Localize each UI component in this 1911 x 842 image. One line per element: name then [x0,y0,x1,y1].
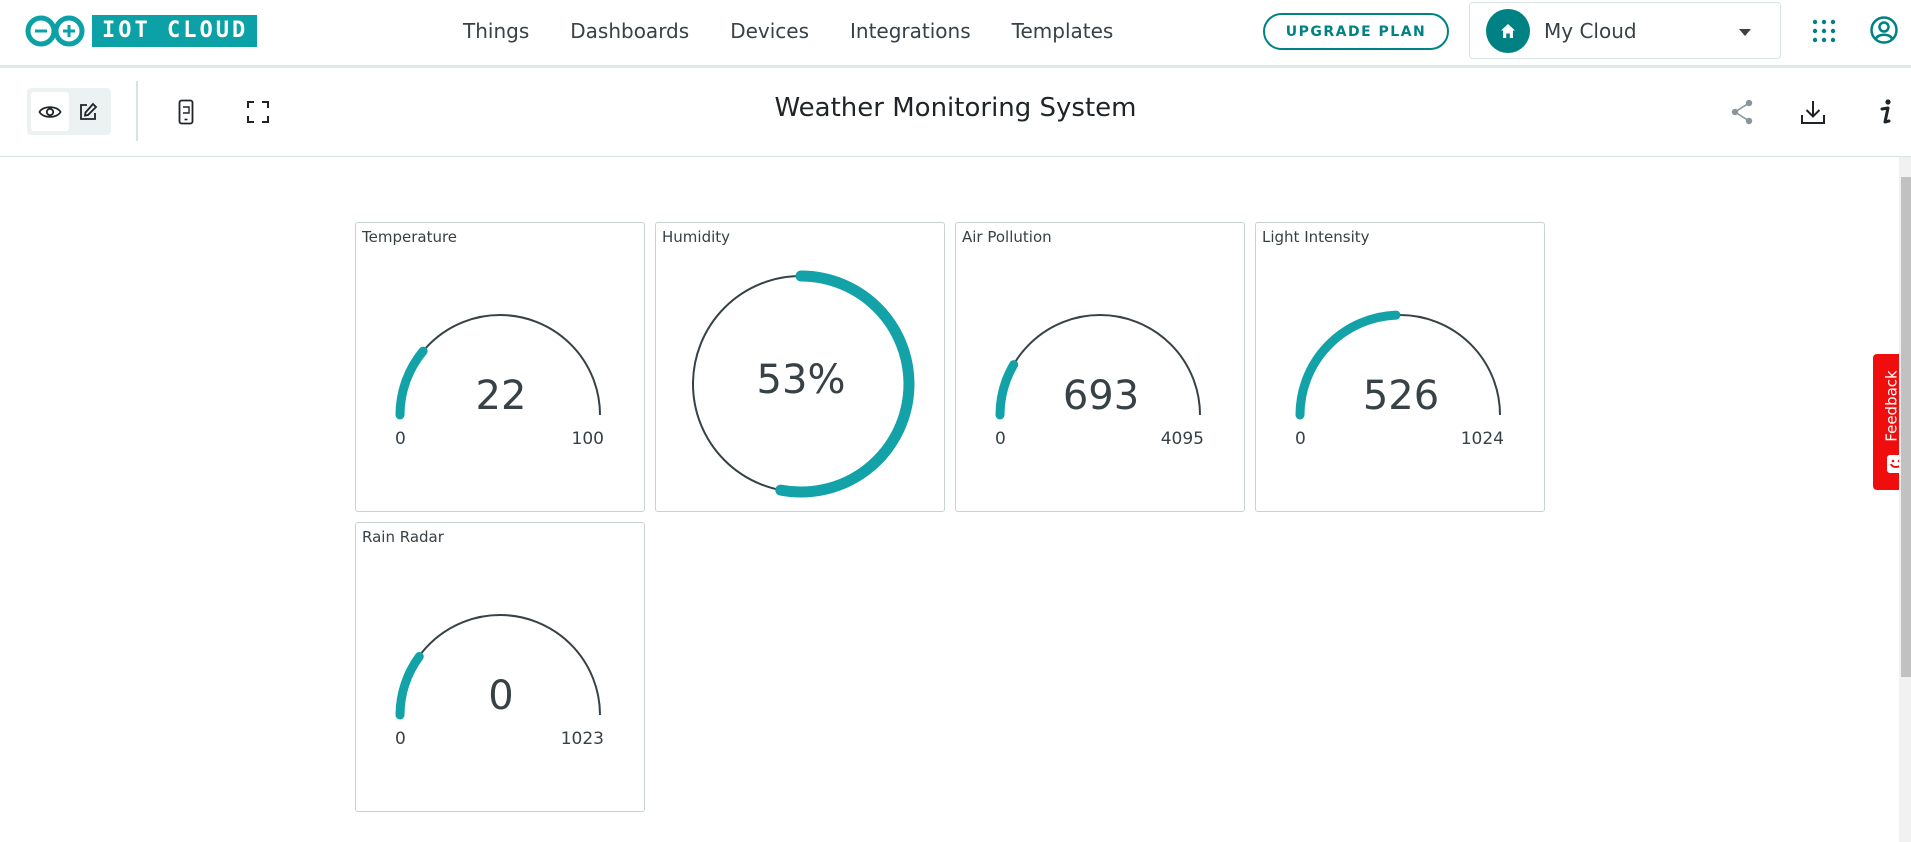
user-account-icon[interactable] [1870,16,1898,44]
download-icon [1801,101,1825,124]
share-button[interactable] [1728,98,1756,126]
gauge-max: 1024 [1460,429,1504,449]
info-icon [1880,99,1891,124]
home-icon [1486,8,1530,53]
main-nav: Things Dashboards Devices Integrations T… [463,0,1154,62]
nav-integrations[interactable]: Integrations [850,19,971,43]
upgrade-plan-button[interactable]: UPGRADE PLAN [1263,13,1449,50]
dashboard-toolbar: Weather Monitoring System [0,68,1911,157]
top-navigation: IOT CLOUD Things Dashboards Devices Inte… [0,0,1911,68]
apps-grid-icon[interactable] [1812,19,1836,43]
logo-text: IOT CLOUD [92,15,258,47]
gauge-chart [395,314,601,420]
gauge-max: 4095 [1160,429,1204,449]
percentage-value: 53% [756,357,846,403]
widget-humidity[interactable]: Humidity 53% [655,222,945,512]
gauge-min: 0 [395,729,406,749]
page-scrollbar[interactable] [1899,157,1911,842]
widget-rain-radar[interactable]: Rain Radar 0 0 1023 [355,522,645,812]
nav-dashboards[interactable]: Dashboards [570,19,689,43]
gauge-chart [1295,310,1501,420]
gauge-min: 0 [995,429,1006,449]
scrollbar-thumb[interactable] [1901,177,1911,677]
gauge-value: 22 [475,373,527,419]
gauge-value: 526 [1362,373,1440,419]
download-button[interactable] [1799,98,1827,126]
info-button[interactable] [1871,98,1899,126]
gauge-value: 0 [488,673,514,719]
nav-templates[interactable]: Templates [1012,19,1114,43]
gauge-chart [395,614,601,720]
chevron-down-icon [1739,29,1751,36]
arduino-infinity-icon [25,15,85,47]
dashboard-title: Weather Monitoring System [774,93,1137,123]
nav-devices[interactable]: Devices [730,19,809,43]
nav-things[interactable]: Things [463,19,529,43]
gauge-max: 100 [571,429,604,449]
space-selector[interactable]: My Cloud [1469,2,1781,59]
gauge-min: 0 [395,429,406,449]
gauge-value: 693 [1062,373,1140,419]
gauge-chart [995,314,1201,420]
gauge-min: 0 [1295,429,1306,449]
arduino-iot-cloud-logo[interactable]: IOT CLOUD [24,14,258,48]
share-icon [1731,99,1753,125]
space-name: My Cloud [1544,18,1637,43]
widget-light-intensity[interactable]: Light Intensity 526 0 1024 [1255,222,1545,512]
widget-air-pollution[interactable]: Air Pollution 693 0 4095 [955,222,1245,512]
gauge-max: 1023 [560,729,604,749]
widget-temperature[interactable]: Temperature 22 0 100 [355,222,645,512]
